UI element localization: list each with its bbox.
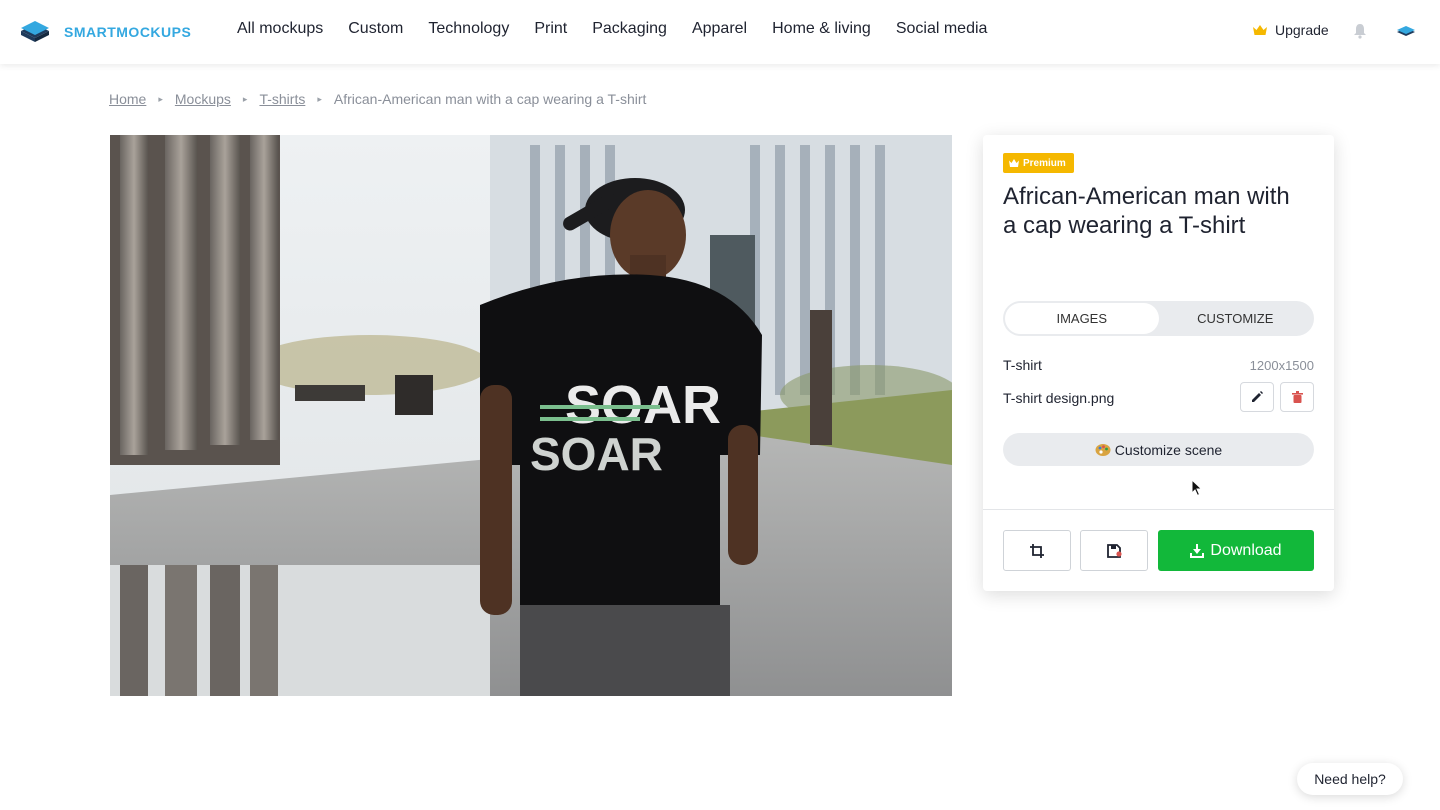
panel-divider [983,509,1334,510]
customize-scene-button[interactable]: Customize scene [1003,433,1314,466]
customize-scene-label: Customize scene [1114,441,1223,458]
item-size: 1200x1500 [1249,358,1314,373]
design-file-name: T-shirt design.png [1003,390,1115,406]
need-help-label: Need help? [1314,771,1386,787]
download-button[interactable]: Download [1158,530,1314,571]
mockup-scene: SOAR SOAR [110,135,952,696]
upgrade-label: Upgrade [1275,22,1329,38]
logo-text: SMARTMOCKUPS [64,24,192,40]
save-button[interactable] [1080,530,1148,571]
panel-tabs: IMAGES CUSTOMIZE [1003,301,1314,336]
crop-button[interactable] [1003,530,1071,571]
premium-badge: Premium [1003,153,1074,173]
nav-print[interactable]: Print [534,20,567,38]
nav-custom[interactable]: Custom [348,20,403,38]
main-nav: All mockups Custom Technology Print Pack… [237,20,1012,38]
crop-icon [1030,543,1044,558]
mockup-preview-image[interactable]: SOAR SOAR [110,135,952,696]
breadcrumb-home[interactable]: Home [109,91,146,107]
breadcrumb-tshirts[interactable]: T-shirts [259,91,305,107]
chevron-right-icon: ▸ [317,93,322,104]
download-label: Download [1210,541,1282,559]
breadcrumb-mockups[interactable]: Mockups [175,91,231,107]
nav-technology[interactable]: Technology [428,20,509,38]
breadcrumb-current: African-American man with a cap wearing … [333,91,647,107]
pencil-icon [1252,391,1263,402]
bell-icon[interactable] [1353,23,1367,39]
trash-icon [1291,391,1303,403]
nav-packaging[interactable]: Packaging [592,20,667,38]
upgrade-link[interactable]: Upgrade [1253,22,1329,38]
mockup-title: African-American man with a cap wearing … [1003,183,1290,239]
tab-images[interactable]: IMAGES [1005,303,1159,334]
nav-social-media[interactable]: Social media [896,20,988,38]
mockup-detail-panel: Premium African-American man with a cap … [983,135,1334,591]
logo-icon [21,21,49,42]
edit-design-button[interactable] [1240,382,1274,412]
delete-design-button[interactable] [1280,382,1314,412]
item-label: T-shirt [1003,357,1042,373]
palette-icon [1095,443,1111,456]
logo[interactable]: SMARTMOCKUPS [20,20,191,44]
nav-apparel[interactable]: Apparel [692,20,747,38]
chevron-right-icon: ▸ [158,93,163,104]
crown-icon [1253,25,1267,35]
avatar-icon[interactable] [1396,25,1416,39]
cursor-icon [1191,479,1203,497]
crown-icon [1009,159,1019,167]
premium-badge-label: Premium [1023,157,1066,169]
shirt-print-text-shadow: SOAR [530,428,663,480]
chevron-right-icon: ▸ [242,93,248,104]
download-icon [1190,543,1205,558]
save-icon [1107,543,1122,558]
breadcrumb: Home ▸ Mockups ▸ T-shirts ▸ African-Amer… [109,91,646,107]
nav-home-living[interactable]: Home & living [772,20,871,38]
tab-customize[interactable]: CUSTOMIZE [1159,303,1313,334]
top-header: SMARTMOCKUPS All mockups Custom Technolo… [0,0,1440,64]
nav-all-mockups[interactable]: All mockups [237,20,323,38]
need-help-button[interactable]: Need help? [1297,763,1403,795]
